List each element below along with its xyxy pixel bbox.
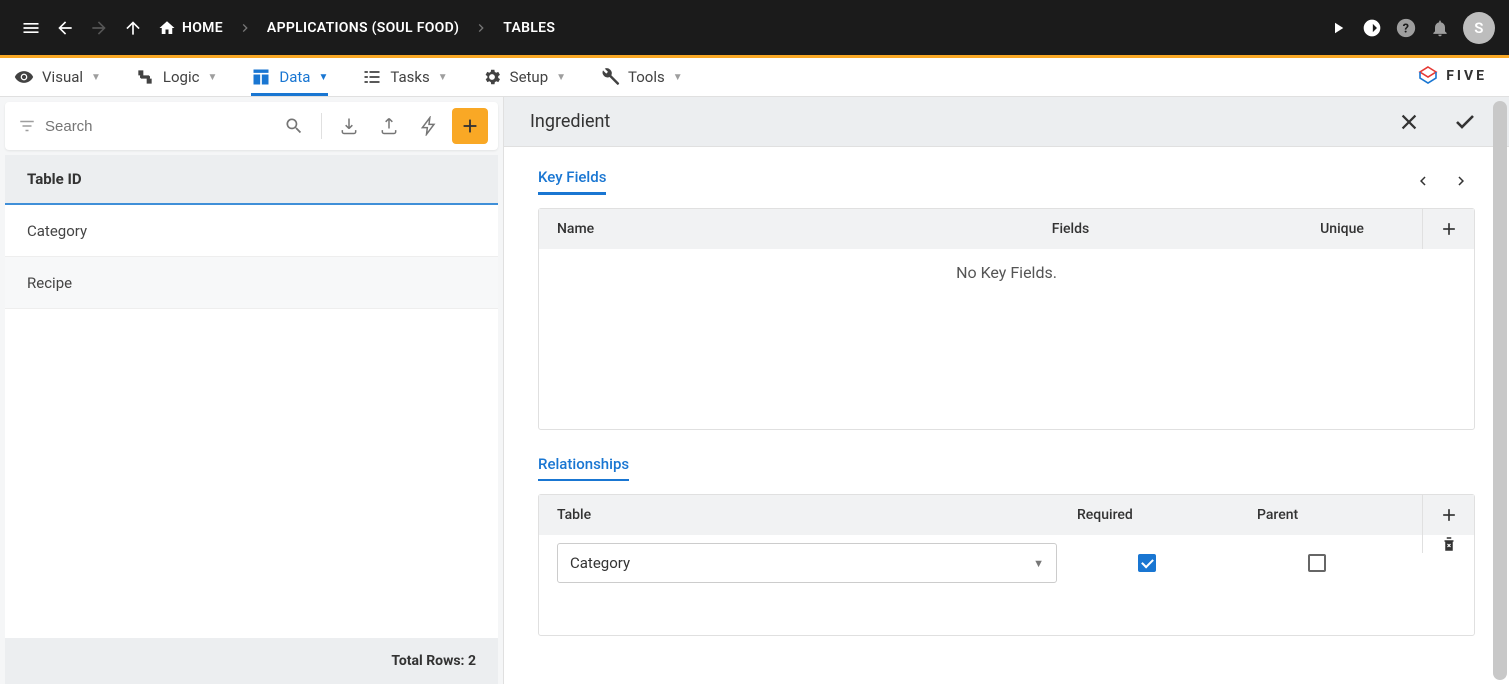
chevron-down-icon: ▼: [673, 72, 683, 83]
breadcrumb-tables[interactable]: TABLES: [495, 20, 563, 36]
delete-relationship-icon[interactable]: [1422, 535, 1474, 553]
menu-setup[interactable]: Setup▼: [482, 58, 566, 96]
back-icon[interactable]: [48, 11, 82, 45]
col-fields: Fields: [879, 221, 1262, 237]
import-icon[interactable]: [332, 109, 366, 143]
help-icon[interactable]: ?: [1389, 11, 1423, 45]
chevron-down-icon: ▼: [438, 72, 448, 83]
filter-icon[interactable]: [15, 117, 39, 135]
avatar[interactable]: S: [1463, 12, 1495, 44]
breadcrumb-tables-label: TABLES: [503, 20, 555, 36]
col-parent: Parent: [1239, 507, 1422, 523]
menu-icon[interactable]: [14, 11, 48, 45]
key-fields-tab[interactable]: Key Fields: [538, 168, 606, 195]
breadcrumb-home-label: HOME: [182, 20, 223, 36]
run-icon[interactable]: [1321, 11, 1355, 45]
menu-visual[interactable]: Visual▼: [14, 58, 101, 96]
total-rows: Total Rows: 2: [5, 638, 498, 684]
table-rows: Category Recipe: [5, 205, 498, 638]
export-icon[interactable]: [372, 109, 406, 143]
left-toolbar: [5, 102, 498, 150]
check-icon[interactable]: [1447, 104, 1483, 140]
col-name: Name: [539, 221, 879, 237]
relationships-tab[interactable]: Relationships: [538, 455, 629, 482]
key-fields-grid: Name Fields Unique No Key Fields.: [538, 208, 1475, 430]
detail-title: Ingredient: [530, 111, 1391, 132]
breadcrumb-home[interactable]: HOME: [150, 19, 231, 37]
menu-bar: Visual▼ Logic▼ Data▼ Tasks▼ Setup▼ Tools…: [0, 58, 1509, 97]
empty-key-fields: No Key Fields.: [539, 249, 1474, 296]
chevron-right-icon: [231, 20, 259, 36]
relationships-grid: Table Required Parent Category ▼: [538, 494, 1475, 636]
prev-section-icon[interactable]: [1409, 167, 1437, 195]
gear-icon: [482, 67, 502, 87]
table-row[interactable]: Recipe: [5, 257, 498, 309]
menu-tasks[interactable]: Tasks▼: [362, 58, 447, 96]
col-table: Table: [539, 507, 1059, 523]
add-key-field-button[interactable]: [1422, 209, 1474, 249]
chevron-down-icon: ▼: [207, 72, 217, 83]
table-id-header: Table ID: [5, 155, 498, 205]
top-bar: HOME APPLICATIONS (SOUL FOOD) TABLES ? S: [0, 0, 1509, 55]
breadcrumb-applications-label: APPLICATIONS (SOUL FOOD): [267, 20, 459, 36]
svg-text:?: ?: [1403, 21, 1410, 36]
breadcrumb-applications[interactable]: APPLICATIONS (SOUL FOOD): [259, 20, 467, 36]
chevron-right-icon: [467, 20, 495, 36]
tasks-icon: [362, 67, 382, 87]
chevron-down-icon: ▼: [318, 72, 328, 83]
logic-icon: [135, 67, 155, 87]
forward-icon: [82, 11, 116, 45]
scrollbar[interactable]: [1493, 101, 1507, 680]
required-checkbox[interactable]: [1138, 554, 1156, 572]
lightning-icon[interactable]: [412, 109, 446, 143]
bell-icon[interactable]: [1423, 11, 1457, 45]
menu-tools[interactable]: Tools▼: [600, 58, 683, 96]
close-icon[interactable]: [1391, 104, 1427, 140]
chevron-down-icon: ▼: [91, 72, 101, 83]
up-icon[interactable]: [116, 11, 150, 45]
add-relationship-button[interactable]: [1422, 495, 1474, 535]
col-required: Required: [1059, 507, 1239, 523]
brand-logo: FIVE: [1416, 64, 1487, 88]
col-unique: Unique: [1262, 221, 1422, 237]
chevron-down-icon: ▼: [1033, 557, 1044, 570]
search-icon[interactable]: [277, 109, 311, 143]
right-panel: Ingredient Key Fields Name Fields: [504, 97, 1509, 684]
menu-logic[interactable]: Logic▼: [135, 58, 217, 96]
left-panel: Table ID Category Recipe Total Rows: 2: [0, 97, 504, 684]
logo-icon: [1416, 64, 1440, 88]
tools-icon: [600, 67, 620, 87]
chevron-down-icon: ▼: [556, 72, 566, 83]
announce-icon[interactable]: [1355, 11, 1389, 45]
parent-checkbox[interactable]: [1308, 554, 1326, 572]
table-row[interactable]: Category: [5, 205, 498, 257]
add-button[interactable]: [452, 108, 488, 144]
data-icon: [251, 67, 271, 87]
detail-header: Ingredient: [504, 97, 1509, 147]
home-icon: [158, 19, 176, 37]
search-input[interactable]: [45, 118, 271, 135]
menu-data[interactable]: Data▼: [251, 58, 328, 96]
next-section-icon[interactable]: [1447, 167, 1475, 195]
relationship-table-select[interactable]: Category ▼: [557, 543, 1057, 583]
eye-icon: [14, 67, 34, 87]
